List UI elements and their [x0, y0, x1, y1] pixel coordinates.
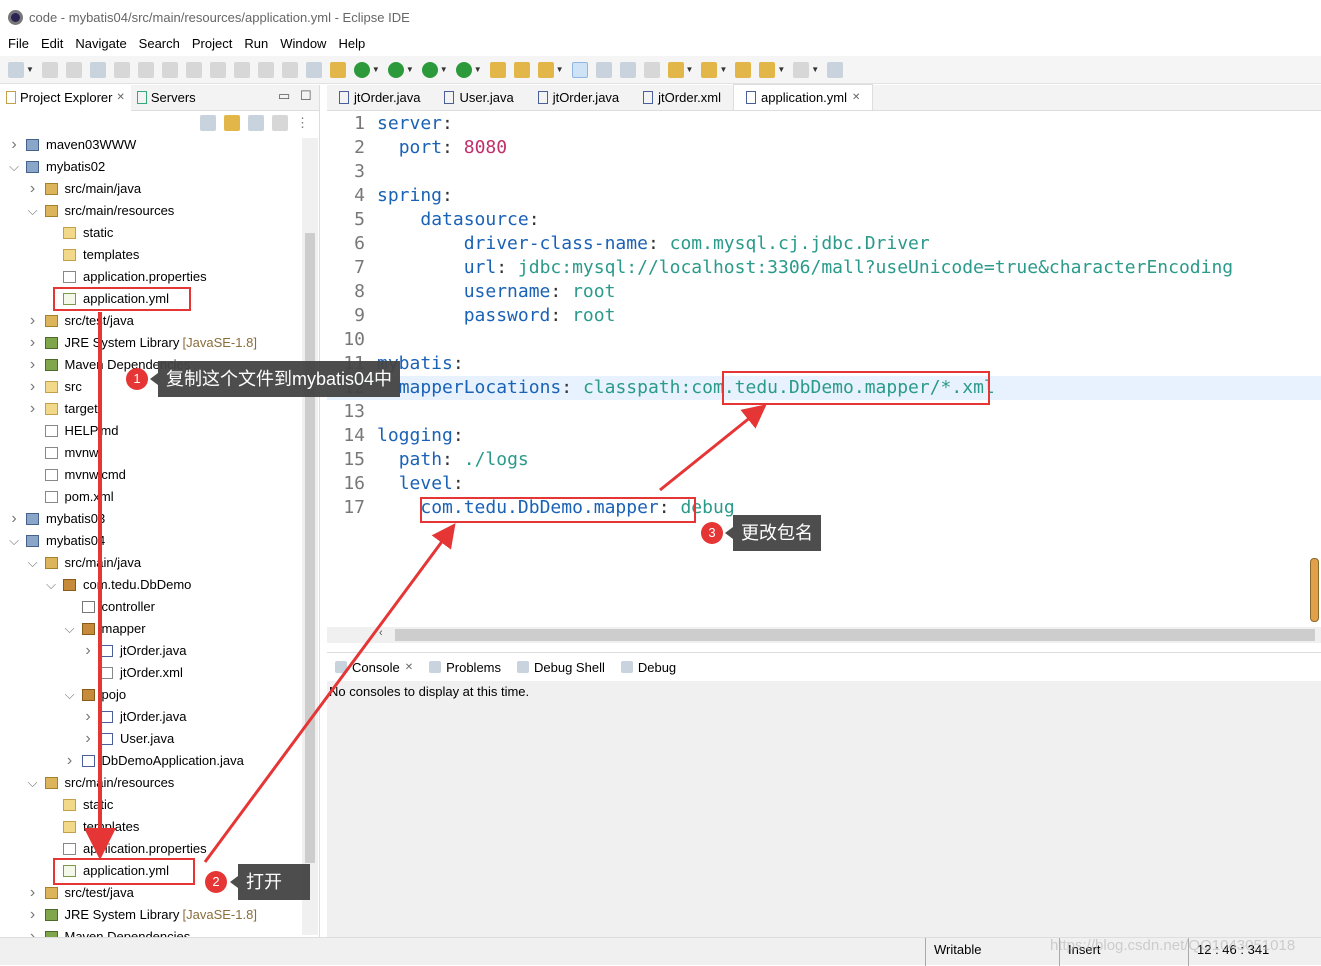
annotation-badge-1: 1 [126, 368, 148, 390]
arrow-rename [659, 404, 767, 492]
annotation-arrows [84, 312, 767, 863]
arrow-open [203, 523, 456, 863]
annotation-callout-1: 复制这个文件到mybatis04中 [149, 361, 401, 397]
annotation-badge-2: 2 [205, 871, 227, 893]
annotation-callout-3: 更改包名 [725, 515, 821, 551]
annotation-badge-3: 3 [701, 522, 723, 544]
annotation-callout-2: 打开 [230, 864, 310, 900]
